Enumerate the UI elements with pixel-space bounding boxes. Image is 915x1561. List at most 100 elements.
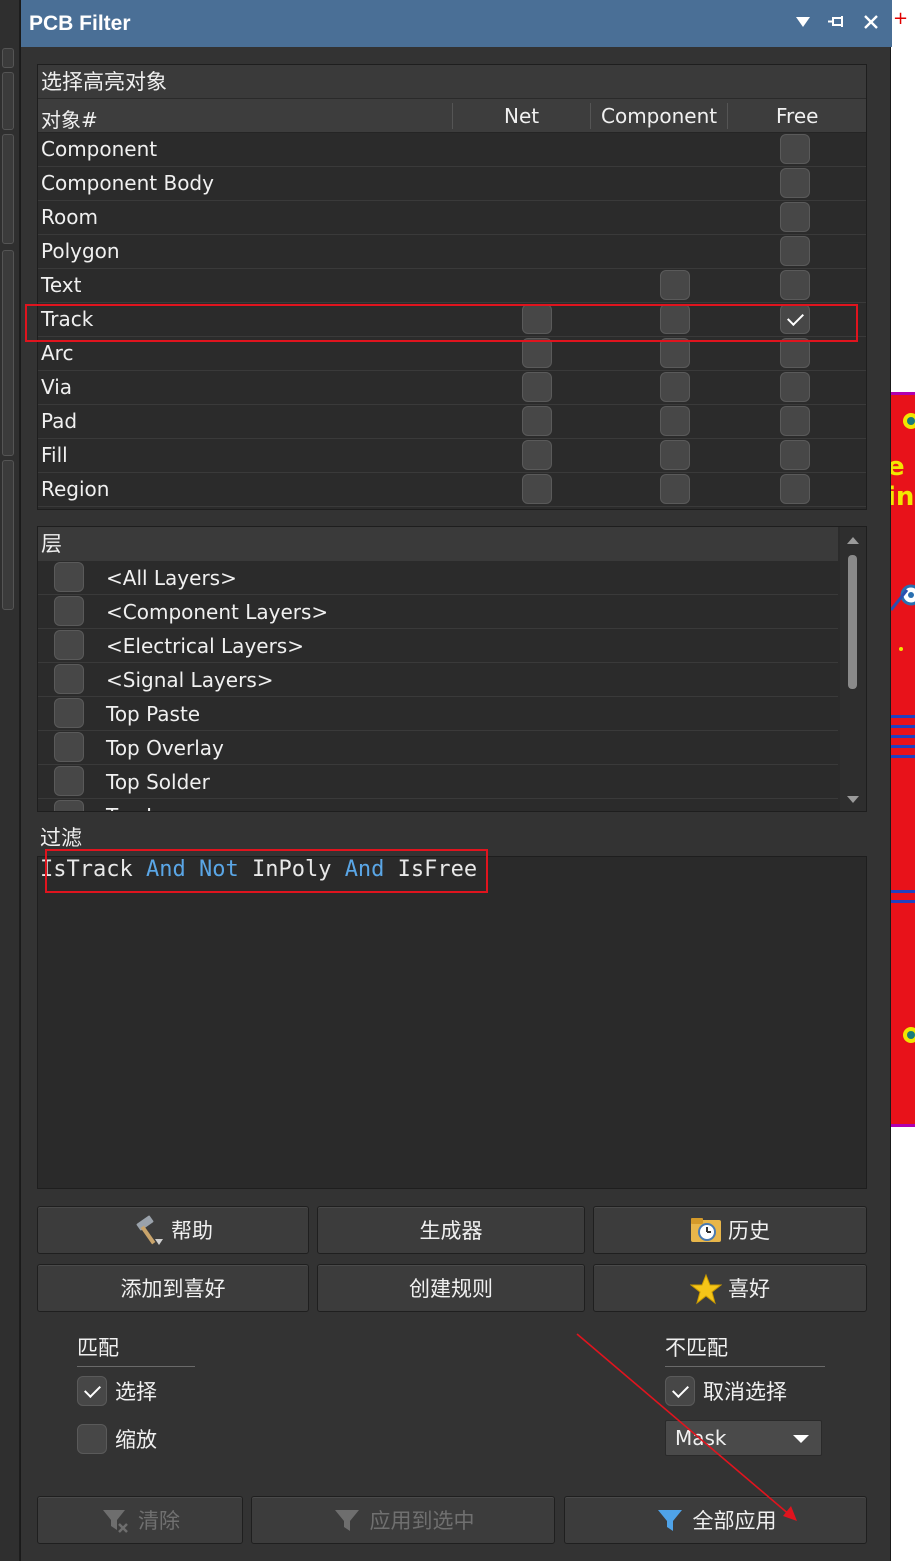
free-checkbox[interactable] <box>780 134 810 164</box>
svg-text:e: e <box>891 452 905 482</box>
pcb-canvas[interactable]: + e in <box>891 0 915 1561</box>
layer-checkbox[interactable] <box>54 630 84 660</box>
column-header-component[interactable]: Component <box>601 104 717 128</box>
layer-row[interactable]: <Signal Layers> <box>38 663 838 697</box>
pin-icon[interactable] <box>826 10 848 34</box>
component-checkbox[interactable] <box>660 440 690 470</box>
net-checkbox[interactable] <box>522 440 552 470</box>
history-button[interactable]: 历史 <box>593 1206 867 1254</box>
free-checkbox[interactable] <box>780 236 810 266</box>
scroll-thumb[interactable] <box>848 555 857 689</box>
object-row-label: Room <box>41 205 98 229</box>
panel-menu-icon[interactable] <box>792 10 814 34</box>
dock-tab[interactable] <box>2 250 14 456</box>
create-rule-button[interactable]: 创建规则 <box>317 1264 585 1312</box>
free-checkbox[interactable] <box>780 270 810 300</box>
dock-tab[interactable] <box>2 134 14 244</box>
layer-row[interactable]: <Component Layers> <box>38 595 838 629</box>
layers-scrollbar[interactable] <box>840 527 866 811</box>
layer-checkbox[interactable] <box>54 698 84 728</box>
svg-text:in: in <box>891 482 914 512</box>
history-label: 历史 <box>728 1219 770 1243</box>
object-row-label: Region <box>41 477 110 501</box>
object-row-label: Polygon <box>41 239 120 263</box>
match-zoom-checkbox[interactable] <box>77 1424 107 1454</box>
net-checkbox[interactable] <box>522 304 552 334</box>
object-table-caption: 选择高亮对象 <box>38 65 866 99</box>
object-row-label: Fill <box>41 443 68 467</box>
component-checkbox[interactable] <box>660 474 690 504</box>
star-icon <box>689 1273 723 1305</box>
layer-row[interactable]: <All Layers> <box>38 561 838 595</box>
net-checkbox[interactable] <box>522 406 552 436</box>
free-checkbox[interactable] <box>780 406 810 436</box>
clear-button[interactable]: 清除 <box>37 1496 243 1544</box>
object-row-text: Text <box>38 269 866 303</box>
nonmatch-deselect-checkbox[interactable] <box>665 1376 695 1406</box>
filter-query-text[interactable]: IsTrack And Not InPoly And IsFree <box>40 857 477 882</box>
dock-tab[interactable] <box>2 72 14 130</box>
component-checkbox[interactable] <box>660 372 690 402</box>
layer-label: <Signal Layers> <box>106 668 274 692</box>
object-row-component: Component <box>38 133 866 167</box>
free-checkbox[interactable] <box>780 338 810 368</box>
component-checkbox[interactable] <box>660 270 690 300</box>
layers-list-body: <All Layers> <Component Layers> <Electrica… <box>38 561 866 811</box>
filter-keyword: And <box>344 857 385 882</box>
object-row-component-body: Component Body <box>38 167 866 201</box>
component-checkbox[interactable] <box>660 406 690 436</box>
layers-caption: 层 <box>38 527 838 561</box>
apply-to-all-button[interactable]: 全部应用 <box>564 1496 867 1544</box>
layer-row[interactable]: Top Solder <box>38 765 838 799</box>
scroll-down-icon[interactable] <box>847 796 859 803</box>
net-checkbox[interactable] <box>522 474 552 504</box>
layer-checkbox[interactable] <box>54 596 84 626</box>
panel-titlebar: PCB Filter <box>21 0 892 47</box>
object-row-label: Arc <box>41 341 74 365</box>
layer-row[interactable]: Top Paste <box>38 697 838 731</box>
component-checkbox[interactable] <box>660 304 690 334</box>
dock-tab[interactable] <box>2 460 14 610</box>
net-checkbox[interactable] <box>522 338 552 368</box>
column-header-object[interactable]: 对象# <box>41 104 98 133</box>
close-icon[interactable] <box>860 10 882 34</box>
favorites-button[interactable]: 喜好 <box>593 1264 867 1312</box>
free-checkbox[interactable] <box>780 304 810 334</box>
match-select-checkbox[interactable] <box>77 1376 107 1406</box>
add-to-favorites-button[interactable]: 添加到喜好 <box>37 1264 309 1312</box>
layer-checkbox[interactable] <box>54 766 84 796</box>
match-zoom-option[interactable]: 缩放 <box>77 1424 157 1454</box>
help-button[interactable]: 帮助 <box>37 1206 309 1254</box>
nonmatch-mode-value: Mask <box>675 1426 727 1450</box>
free-checkbox[interactable] <box>780 440 810 470</box>
builder-button[interactable]: 生成器 <box>317 1206 585 1254</box>
object-row-region: Region <box>38 473 866 507</box>
nonmatch-group-title: 不匹配 <box>665 1332 825 1367</box>
scroll-up-icon[interactable] <box>847 537 859 544</box>
layer-checkbox[interactable] <box>54 664 84 694</box>
free-checkbox[interactable] <box>780 168 810 198</box>
layer-row[interactable]: Top Layer <box>38 799 838 811</box>
layer-checkbox[interactable] <box>54 562 84 592</box>
column-header-net[interactable]: Net <box>504 104 539 128</box>
nonmatch-mode-select[interactable]: Mask <box>665 1420 822 1456</box>
object-row-arc: Arc <box>38 337 866 371</box>
object-row-fill: Fill <box>38 439 866 473</box>
origin-cross-icon: + <box>893 8 909 29</box>
nonmatch-deselect-option[interactable]: 取消选择 <box>665 1376 787 1406</box>
layer-row[interactable]: Top Overlay <box>38 731 838 765</box>
layer-checkbox[interactable] <box>54 800 84 811</box>
free-checkbox[interactable] <box>780 372 810 402</box>
net-checkbox[interactable] <box>522 372 552 402</box>
column-header-free[interactable]: Free <box>776 104 818 128</box>
match-select-option[interactable]: 选择 <box>77 1376 157 1406</box>
apply-to-selected-button[interactable]: 应用到选中 <box>251 1496 555 1544</box>
free-checkbox[interactable] <box>780 202 810 232</box>
object-row-label: Track <box>41 307 94 331</box>
filter-query-editor[interactable]: IsTrack And Not InPoly And IsFree <box>37 856 867 1189</box>
dock-tab[interactable] <box>2 48 14 68</box>
free-checkbox[interactable] <box>780 474 810 504</box>
component-checkbox[interactable] <box>660 338 690 368</box>
layer-checkbox[interactable] <box>54 732 84 762</box>
layer-row[interactable]: <Electrical Layers> <box>38 629 838 663</box>
